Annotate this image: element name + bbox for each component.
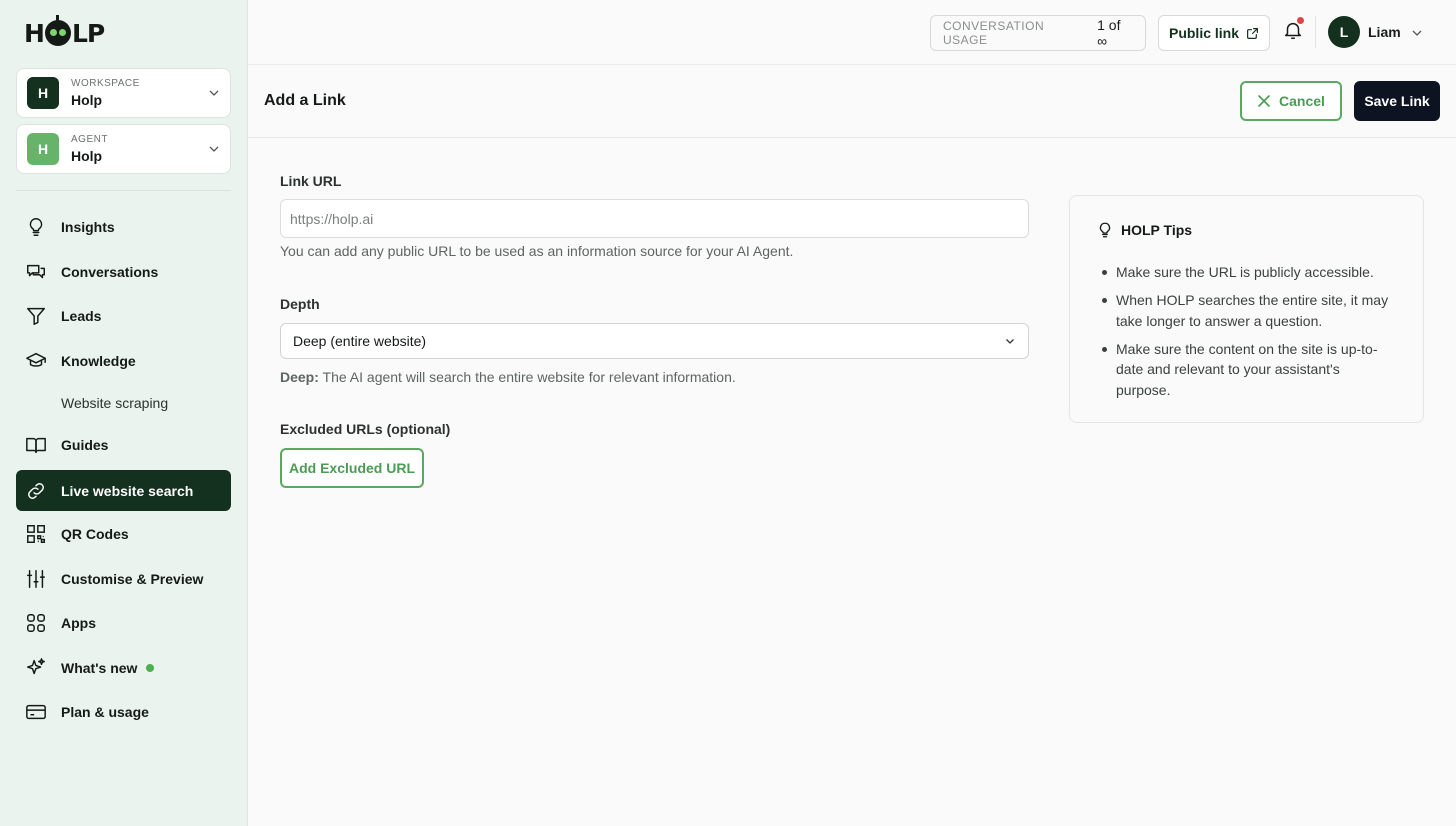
link-url-input[interactable] — [280, 199, 1029, 238]
notification-dot — [1297, 17, 1304, 24]
cancel-label: Cancel — [1279, 93, 1325, 109]
sidebar-item-label: What's new — [61, 659, 138, 676]
book-icon — [26, 437, 46, 453]
sidebar-item-label: Live website search — [61, 482, 194, 499]
page-header: Add a Link Cancel Save Link — [248, 65, 1456, 138]
excluded-urls-label: Excluded URLs (optional) — [280, 421, 451, 437]
sidebar-item-label: Leads — [61, 307, 102, 324]
sidebar-item-label: Customise & Preview — [61, 570, 204, 587]
user-name[interactable]: Liam — [1368, 24, 1401, 40]
conversation-usage: CONVERSATION USAGE 1 of ∞ — [930, 15, 1146, 51]
sidebar-item-plan-usage[interactable]: Plan & usage — [16, 691, 231, 732]
qr-code-icon — [27, 524, 45, 543]
sidebar-item-live-website-search[interactable]: Live website search — [16, 470, 231, 511]
logo-wordmark: H LP — [24, 15, 105, 48]
sidebar-item-insights[interactable]: Insights — [16, 206, 231, 247]
sidebar-item-apps[interactable]: Apps — [16, 602, 231, 643]
sidebar-item-knowledge[interactable]: Knowledge — [16, 340, 231, 381]
tips-header: HOLP Tips — [1096, 221, 1192, 239]
agent-name: Holp — [71, 148, 103, 164]
new-indicator-dot — [146, 663, 155, 672]
depth-help-text: The AI agent will search the entire webs… — [322, 369, 736, 385]
sidebar-item-conversations[interactable]: Conversations — [16, 251, 231, 292]
depth-help: Deep: The AI agent will search the entir… — [280, 369, 736, 385]
depth-select[interactable]: Deep (entire website) — [280, 323, 1029, 359]
sliders-icon — [27, 569, 45, 588]
workspace-badge: H — [27, 77, 59, 109]
sidebar-subitem-website-scraping[interactable]: Website scraping — [61, 395, 168, 411]
agent-selector[interactable]: H AGENT Holp — [16, 124, 231, 174]
tips-list: Make sure the URL is publicly accessible… — [1101, 262, 1391, 408]
page-title: Add a Link — [264, 92, 346, 109]
avatar[interactable]: L — [1328, 16, 1360, 48]
funnel-icon — [27, 307, 45, 325]
robot-face-icon — [44, 15, 71, 46]
tip-item: When HOLP searches the entire site, it m… — [1101, 290, 1391, 331]
sidebar-item-guides[interactable]: Guides — [16, 424, 231, 465]
sidebar-divider — [16, 190, 231, 191]
chevron-down-icon — [209, 90, 219, 96]
tip-item: Make sure the content on the site is up-… — [1101, 339, 1391, 401]
workspace-name: Holp — [71, 92, 103, 108]
topbar: CONVERSATION USAGE 1 of ∞ Public link L … — [248, 0, 1456, 65]
public-link-label: Public link — [1168, 25, 1239, 41]
credit-card-icon — [26, 704, 46, 719]
lightbulb-icon — [29, 217, 43, 236]
tips-panel: HOLP Tips Make sure the URL is publicly … — [1069, 195, 1424, 423]
sidebar-item-label: QR Codes — [61, 525, 129, 542]
agent-caption: AGENT — [71, 134, 108, 145]
tips-title: HOLP Tips — [1121, 222, 1193, 238]
external-link-icon — [1247, 27, 1258, 39]
depth-selected-value: Deep (entire website) — [293, 333, 427, 349]
chevron-down-icon[interactable] — [1411, 27, 1423, 39]
usage-label: CONVERSATION USAGE — [943, 19, 1045, 47]
sidebar-item-qr-codes[interactable]: QR Codes — [16, 513, 231, 554]
tip-item: Make sure the URL is publicly accessible… — [1101, 262, 1391, 283]
sidebar-item-label: Knowledge — [61, 352, 136, 369]
close-icon — [1258, 95, 1270, 107]
lightbulb-icon — [1099, 222, 1111, 238]
link-url-help: You can add any public URL to be used as… — [280, 243, 794, 259]
graduation-cap-icon — [26, 352, 46, 367]
link-url-label: Link URL — [280, 173, 342, 189]
sidebar-item-whats-new[interactable]: What's new — [16, 647, 231, 688]
sidebar-item-label: Conversations — [61, 263, 159, 280]
cancel-button[interactable]: Cancel — [1240, 81, 1342, 121]
workspace-caption: WORKSPACE — [71, 78, 140, 89]
sidebar-item-label: Plan & usage — [61, 703, 149, 720]
sidebar-item-label: Guides — [61, 436, 109, 453]
depth-label: Depth — [280, 296, 320, 312]
depth-help-strong: Deep: — [280, 369, 319, 385]
sparkles-icon — [27, 657, 45, 674]
topbar-separator — [1315, 16, 1316, 48]
chevron-down-icon — [209, 146, 219, 152]
workspace-selector[interactable]: H WORKSPACE Holp — [16, 68, 231, 118]
chevron-down-icon — [1006, 339, 1014, 344]
public-link-button[interactable]: Public link — [1158, 15, 1270, 51]
sidebar-item-label: Apps — [61, 614, 96, 631]
sidebar-item-leads[interactable]: Leads — [16, 295, 231, 336]
sidebar-item-label: Insights — [61, 218, 115, 235]
agent-badge: H — [27, 133, 59, 165]
save-link-button[interactable]: Save Link — [1354, 81, 1440, 121]
holp-logo[interactable]: H LP — [24, 15, 105, 48]
sidebar: H LP H WORKSPACE Holp H AGENT Holp Insigh… — [0, 0, 248, 826]
chat-bubbles-icon — [27, 264, 45, 278]
apps-grid-icon — [27, 613, 45, 632]
sidebar-item-customise-preview[interactable]: Customise & Preview — [16, 558, 231, 599]
usage-value: 1 of ∞ — [1097, 17, 1121, 49]
add-excluded-url-button[interactable]: Add Excluded URL — [280, 448, 424, 488]
link-icon — [28, 482, 44, 499]
